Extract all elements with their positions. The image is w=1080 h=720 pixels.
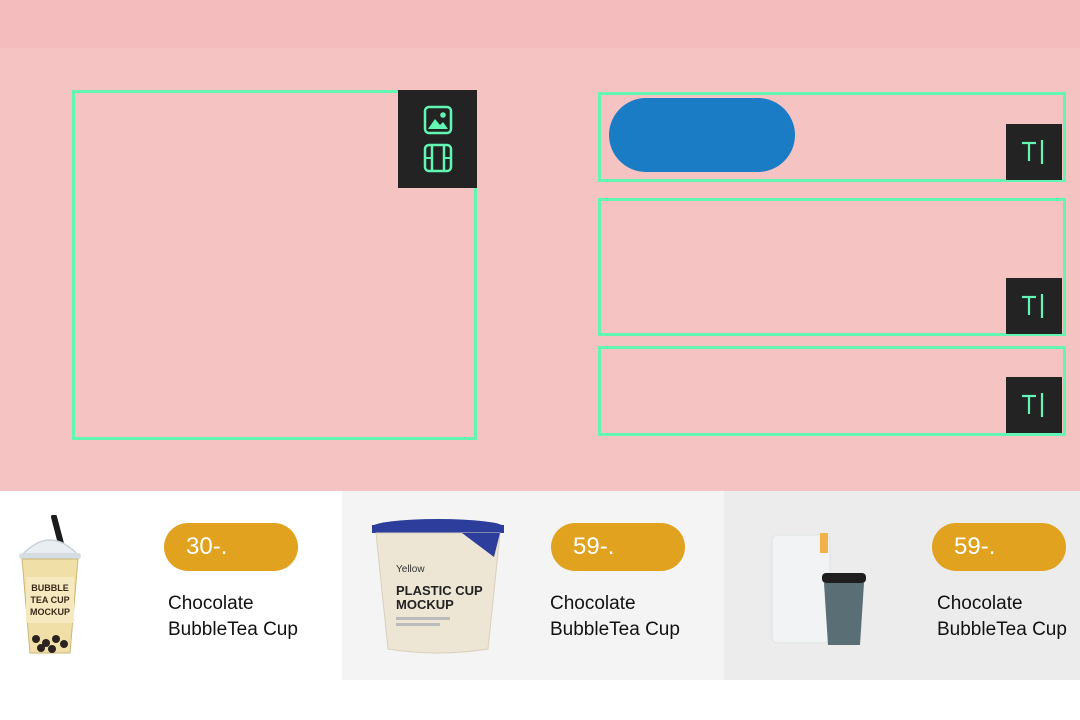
text-cursor-icon	[1022, 294, 1044, 318]
cup-label-line-3: MOCKUP	[30, 607, 70, 617]
product-card[interactable]: Yellow PLASTIC CUP MOCKUP 59-. Chocolate…	[342, 491, 724, 680]
product-card[interactable]: BUBBLE TEA CUP MOCKUP 30-. Chocolate Bub…	[0, 491, 342, 680]
text-cursor-icon	[1022, 393, 1044, 417]
cup-label-line-2: MOCKUP	[396, 597, 454, 612]
product-name-line-2: BubbleTea Cup	[168, 619, 298, 640]
text-frame-footer[interactable]	[598, 346, 1066, 436]
plastic-cup-image: Yellow PLASTIC CUP MOCKUP	[372, 519, 504, 654]
cup-brand-text: Yellow	[396, 564, 425, 575]
product-name-line-1: Chocolate	[168, 593, 254, 614]
bubble-tea-cup-image: BUBBLE TEA CUP MOCKUP	[19, 515, 81, 654]
top-bar	[0, 0, 1080, 48]
price-badge: 30-.	[164, 523, 298, 571]
text-tool-button[interactable]	[1006, 278, 1062, 334]
text-frame-body[interactable]	[598, 198, 1066, 336]
cup-label-line-1: PLASTIC CUP	[396, 583, 483, 598]
product-name-line-2: BubbleTea Cup	[937, 619, 1067, 640]
text-cursor-icon	[1022, 140, 1044, 164]
text-tool-button[interactable]	[1006, 377, 1062, 433]
product-name: Chocolate BubbleTea Cup	[937, 591, 1067, 643]
price-badge: 59-.	[932, 523, 1066, 571]
product-name-line-2: BubbleTea Cup	[550, 619, 680, 640]
cup-label-line-1: BUBBLE	[31, 583, 69, 593]
media-tool-panel	[398, 90, 477, 188]
image-icon[interactable]	[422, 104, 454, 136]
product-card[interactable]: 59-. Chocolate BubbleTea Cup	[724, 491, 1080, 680]
product-name: Chocolate BubbleTea Cup	[550, 591, 680, 643]
cup-label-line-2: TEA CUP	[30, 595, 69, 605]
blue-pill-shape[interactable]	[609, 98, 795, 172]
film-icon[interactable]	[422, 142, 454, 174]
product-name: Chocolate BubbleTea Cup	[168, 591, 298, 643]
takeaway-cups-image	[771, 533, 866, 645]
product-name-line-1: Chocolate	[937, 593, 1023, 614]
product-name-line-1: Chocolate	[550, 593, 636, 614]
text-tool-button[interactable]	[1006, 124, 1062, 180]
price-badge: 59-.	[551, 523, 685, 571]
product-strip: BUBBLE TEA CUP MOCKUP 30-. Chocolate Bub…	[0, 491, 1080, 680]
